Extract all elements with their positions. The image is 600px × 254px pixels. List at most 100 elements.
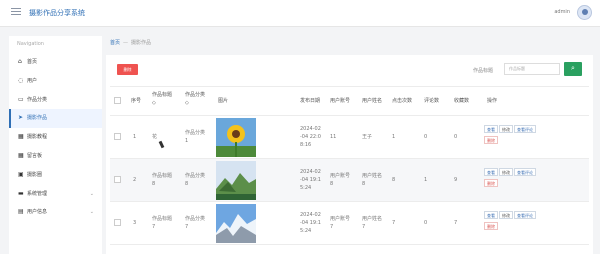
row-index: 2 xyxy=(133,177,137,183)
row-checkbox[interactable] xyxy=(114,176,121,183)
row-category: 作品分类 7 xyxy=(185,216,206,230)
sidebar-title: Navigation xyxy=(17,41,44,47)
row-comments: 0 xyxy=(424,134,428,140)
table-row[interactable]: 3 作品标题 7 作品分类 7 2024-02 -04 19:1 5:24 用户… xyxy=(110,202,589,245)
search-input[interactable]: 作品标题 xyxy=(504,63,560,75)
header-account: 用户账号 xyxy=(330,98,351,104)
sidebar-item-label: 摄影教程 xyxy=(27,134,48,141)
row-title: 作品标题 8 xyxy=(152,173,173,187)
row-checkbox[interactable] xyxy=(114,219,121,226)
sidebar-item-users[interactable]: ◌ 用户 xyxy=(9,72,102,91)
view-comments-button[interactable]: 查看评论 xyxy=(514,125,536,133)
sort-icon: ◇ xyxy=(185,100,189,106)
edit-button[interactable]: 修改 xyxy=(499,168,513,176)
row-name: 王子 xyxy=(362,134,373,140)
sidebar-item-tutorials[interactable]: ▦ 摄影教程 xyxy=(9,128,102,147)
row-category: 作品分类 1 xyxy=(185,130,206,144)
row-account: 用户账号 7 xyxy=(330,216,351,230)
delete-row-button[interactable]: 删除 xyxy=(484,222,498,230)
header-title[interactable]: 作品标题 ◇ xyxy=(152,91,172,107)
mountain-photo[interactable] xyxy=(216,161,256,200)
row-clicks: 1 xyxy=(392,134,396,140)
table-row[interactable]: 1 花 作品分类 1 2024-02 -04 22:0 8:16 11 王子 1… xyxy=(110,116,589,159)
table-row[interactable]: 2 作品标题 8 作品分类 8 2024-02 -04 19:1 5:24 用户… xyxy=(110,159,589,202)
sort-icon: ◇ xyxy=(152,100,156,106)
menu-toggle-icon[interactable] xyxy=(11,8,21,17)
user-info-icon: ▤ xyxy=(18,208,24,216)
header-clicks: 点击次数 xyxy=(392,98,413,104)
row-date: 2024-02 -04 22:0 8:16 xyxy=(300,126,321,148)
row-favorites: 0 xyxy=(454,134,458,140)
edit-button[interactable]: 修改 xyxy=(499,211,513,219)
sidebar-item-photo-circle[interactable]: ▣ 摄影圈 xyxy=(9,166,102,185)
sidebar-item-categories[interactable]: ▭ 作品分类 xyxy=(9,91,102,110)
sidebar-item-label: 摄影圈 xyxy=(27,171,43,178)
glacier-photo[interactable] xyxy=(216,204,256,243)
row-checkbox[interactable] xyxy=(114,133,121,140)
breadcrumb-home[interactable]: 首页 xyxy=(110,40,120,46)
delete-row-button[interactable]: 删除 xyxy=(484,136,498,144)
send-icon: ➤ xyxy=(18,114,24,122)
delete-button[interactable]: 删除 xyxy=(117,64,138,75)
view-button[interactable]: 查看 xyxy=(484,125,498,133)
header-category[interactable]: 作品分类 ◇ xyxy=(185,91,205,107)
search-label: 作品标题 xyxy=(473,68,494,74)
row-index: 1 xyxy=(133,134,137,140)
header-date: 发布日期 xyxy=(300,98,321,104)
header-index: 序号 xyxy=(131,98,142,104)
top-bar: 摄影作品分享系统 admin xyxy=(0,0,600,27)
header-image: 图片 xyxy=(218,98,229,104)
sidebar-item-photos[interactable]: ➤ 摄影作品 xyxy=(9,109,102,129)
breadcrumb-separator: — xyxy=(123,40,129,46)
sidebar-item-label: 留言板 xyxy=(27,152,43,159)
data-table: 序号 作品标题 ◇ 作品分类 ◇ 图片 发布日期 用户账号 用户姓名 点击次数 评论… xyxy=(110,86,589,245)
row-title: 花 xyxy=(152,134,158,140)
header-actions: 操作 xyxy=(487,98,498,104)
sidebar-item-home[interactable]: ⌂ 首页 xyxy=(9,53,102,72)
current-user-name[interactable]: admin xyxy=(554,9,570,15)
view-button[interactable]: 查看 xyxy=(484,211,498,219)
header-comments: 评论数 xyxy=(424,98,440,104)
row-clicks: 8 xyxy=(392,177,396,183)
row-account: 11 xyxy=(330,134,337,140)
row-actions: 查看 修改 查看评论 删除 xyxy=(484,211,584,233)
avatar[interactable] xyxy=(577,5,592,20)
table-header-row: 序号 作品标题 ◇ 作品分类 ◇ 图片 发布日期 用户账号 用户姓名 点击次数 评论… xyxy=(110,87,589,116)
sidebar-item-label: 作品分类 xyxy=(27,96,48,103)
select-all-checkbox[interactable] xyxy=(114,97,121,104)
header-name: 用户姓名 xyxy=(362,98,383,104)
row-comments: 1 xyxy=(424,177,428,183)
breadcrumb-current: 摄影作品 xyxy=(131,40,152,46)
row-comments: 0 xyxy=(424,220,428,226)
search-button[interactable]: ⌕ xyxy=(564,62,582,76)
row-category: 作品分类 8 xyxy=(185,173,206,187)
row-date: 2024-02 -04 19:1 5:24 xyxy=(300,169,321,191)
breadcrumb: 首页 — 摄影作品 xyxy=(110,39,151,46)
row-index: 3 xyxy=(133,220,137,226)
sidebar-item-user-info[interactable]: ▤ 用户信息 ⌄ xyxy=(9,203,102,222)
row-favorites: 7 xyxy=(454,220,458,226)
delete-row-button[interactable]: 删除 xyxy=(484,179,498,187)
view-comments-button[interactable]: 查看评论 xyxy=(514,211,536,219)
monitor-icon: ▭ xyxy=(18,95,24,103)
settings-icon: ▬ xyxy=(18,189,24,197)
sidebar: Navigation ⌂ 首页 ◌ 用户 ▭ 作品分类 ➤ 摄影作品 ▦ 摄影教… xyxy=(9,36,102,254)
search-icon: ⌕ xyxy=(571,64,575,72)
sidebar-item-system-management[interactable]: ▬ 系统管理 ⌄ xyxy=(9,185,102,204)
sidebar-item-label: 摄影作品 xyxy=(27,115,48,122)
tutorial-icon: ▦ xyxy=(18,133,24,141)
row-account: 用户账号 8 xyxy=(330,173,351,187)
header-favorites: 收藏数 xyxy=(454,98,470,104)
sidebar-item-label: 用户 xyxy=(27,77,38,84)
edit-button[interactable]: 修改 xyxy=(499,125,513,133)
row-date: 2024-02 -04 19:1 5:24 xyxy=(300,212,321,234)
row-favorites: 9 xyxy=(454,177,458,183)
user-icon: ◌ xyxy=(18,76,24,84)
view-button[interactable]: 查看 xyxy=(484,168,498,176)
view-comments-button[interactable]: 查看评论 xyxy=(514,168,536,176)
row-actions: 查看 修改 查看评论 删除 xyxy=(484,168,584,190)
sunflower-photo[interactable] xyxy=(216,118,256,157)
sidebar-item-message-board[interactable]: ▦ 留言板 xyxy=(9,147,102,166)
circle-icon: ▣ xyxy=(18,170,24,178)
row-name: 用户姓名 7 xyxy=(362,216,383,230)
